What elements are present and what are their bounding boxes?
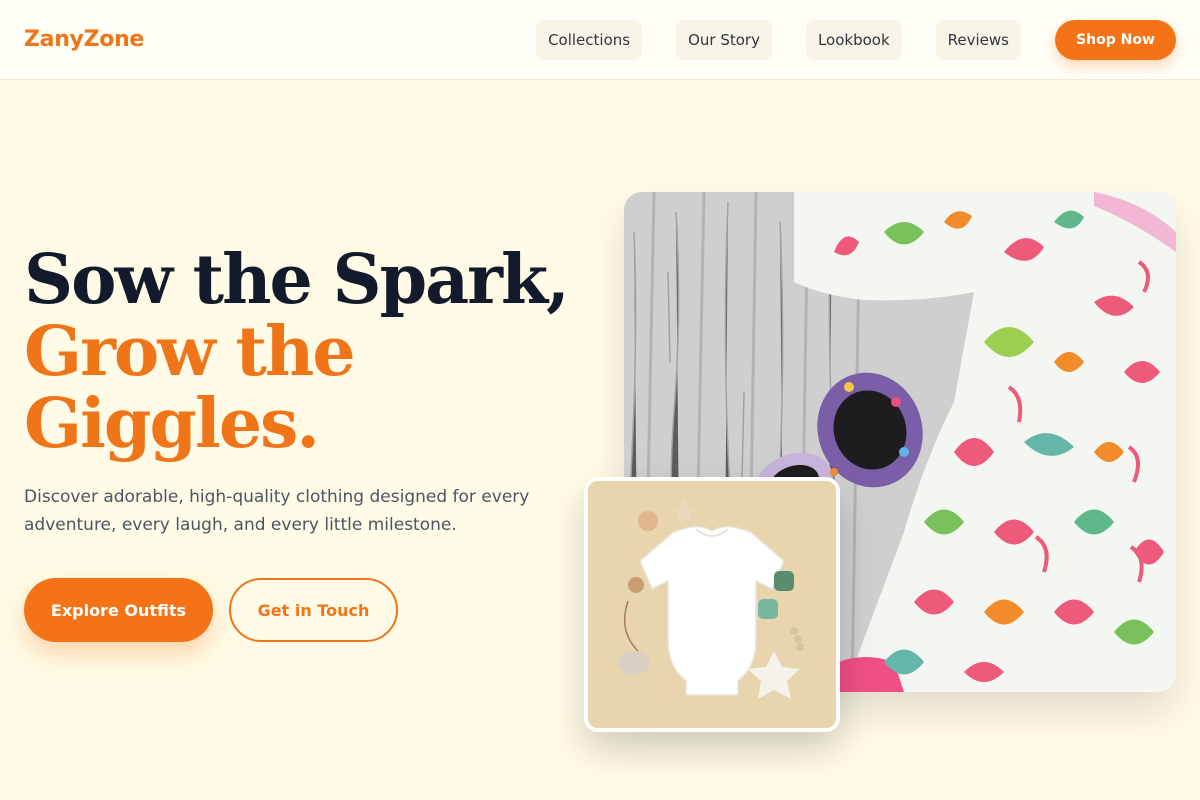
site-header: ZanyZone Collections Our Story Lookbook … — [0, 0, 1200, 80]
brand-logo[interactable]: ZanyZone — [24, 27, 144, 52]
nav-link-reviews[interactable]: Reviews — [935, 20, 1021, 60]
shop-now-button[interactable]: Shop Now — [1055, 20, 1176, 60]
hero-title-line-3: Giggles. — [24, 384, 320, 464]
hero-subtitle: Discover adorable, high-quality clothing… — [24, 487, 530, 535]
main-nav: Collections Our Story Lookbook Reviews S… — [536, 20, 1176, 60]
baby-onesie-image — [584, 477, 840, 732]
get-in-touch-button[interactable]: Get in Touch — [229, 578, 398, 642]
nav-link-our-story[interactable]: Our Story — [676, 20, 772, 60]
nav-link-collections[interactable]: Collections — [536, 20, 643, 60]
nav-link-lookbook[interactable]: Lookbook — [805, 20, 902, 60]
hero-title: Sow the Spark, Grow the Giggles. — [24, 240, 570, 464]
hero-title-line-1: Sow the Spark, — [24, 240, 570, 320]
explore-outfits-button[interactable]: Explore Outfits — [24, 578, 213, 642]
hero-title-line-2: Grow the — [24, 312, 356, 392]
